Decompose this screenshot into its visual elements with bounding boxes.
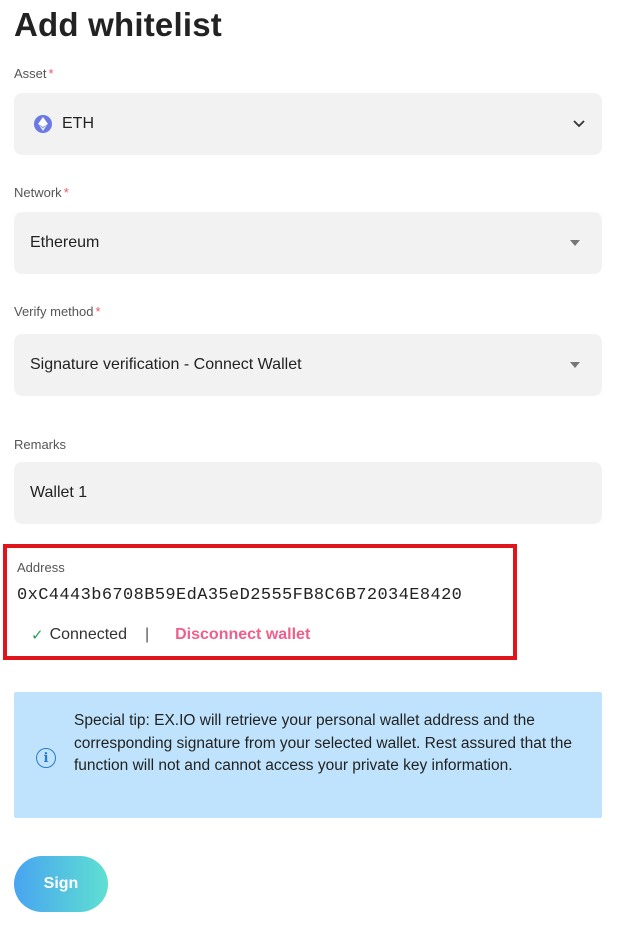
network-value: Ethereum	[30, 234, 100, 251]
special-tip-box: i Special tip: EX.IO will retrieve your …	[14, 692, 602, 818]
connection-status: Connected	[49, 626, 127, 643]
divider: |	[144, 626, 150, 643]
caret-down-icon	[570, 362, 580, 368]
eth-icon	[34, 115, 52, 133]
verify-method-label: Verify method *	[14, 304, 101, 319]
asset-value: ETH	[62, 115, 94, 132]
required-mark: *	[95, 304, 101, 319]
asset-label: Asset *	[14, 66, 54, 81]
special-tip-text: Special tip: EX.IO will retrieve your pe…	[74, 712, 572, 774]
verify-method-value: Signature verification - Connect Wallet	[30, 356, 302, 373]
required-mark: *	[63, 185, 69, 200]
caret-down-icon	[570, 240, 580, 246]
wallet-address: 0xC4443b6708B59EdA35eD2555FB8C6B72034E84…	[17, 586, 463, 605]
chevron-down-icon	[572, 117, 586, 131]
sign-button[interactable]: Sign	[14, 856, 108, 912]
network-label: Network *	[14, 185, 69, 200]
connection-status-row: ✓ Connected | Disconnect wallet	[31, 626, 310, 644]
page-title: Add whitelist	[14, 6, 222, 43]
remarks-input[interactable]: Wallet 1	[14, 462, 602, 524]
network-select[interactable]: Ethereum	[14, 212, 602, 274]
remarks-label: Remarks	[14, 437, 67, 452]
check-icon: ✓	[31, 627, 44, 644]
address-section: Address 0xC4443b6708B59EdA35eD2555FB8C6B…	[3, 544, 517, 660]
address-label: Address	[17, 560, 65, 575]
disconnect-wallet-link[interactable]: Disconnect wallet	[175, 626, 310, 644]
required-mark: *	[48, 66, 54, 81]
asset-select[interactable]: ETH	[14, 93, 602, 155]
remarks-value: Wallet 1	[30, 484, 88, 501]
verify-method-select[interactable]: Signature verification - Connect Wallet	[14, 334, 602, 396]
info-icon: i	[36, 748, 56, 768]
